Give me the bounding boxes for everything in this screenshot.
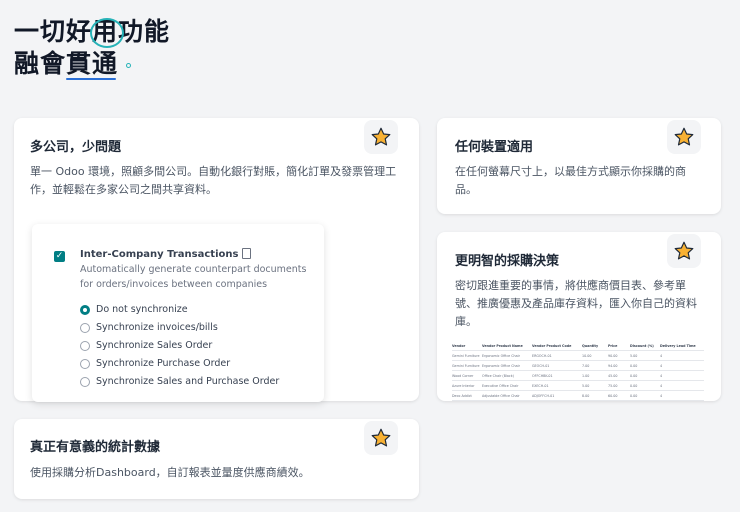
card-description: 在任何螢幕尺寸上，以最佳方式顯示你採購的商 品。 [455, 163, 715, 199]
table-header-cell: Vendor [452, 343, 466, 348]
card-description-line: 號、推廣優惠及產品庫存資料，匯入你自己的資料 [455, 297, 697, 310]
card-statistics: 真正有意義的統計數據 使用採購分析Dashboard，自訂報表並量度供應商績效。 [14, 419, 419, 499]
table-cell: 0.00 [630, 393, 638, 398]
table-cell: 0.00 [630, 383, 638, 388]
table-cell: 7.00 [582, 363, 590, 368]
documentation-icon[interactable] [242, 248, 252, 259]
sync-option-radio[interactable]: Synchronize Purchase Order [80, 358, 230, 369]
table-cell: 4 [660, 393, 663, 398]
table-cell: ADJOFFCH-01 [532, 393, 555, 398]
inter-company-title-text: Inter-Company Transactions [80, 249, 239, 260]
table-cell: 10.00 [582, 353, 592, 358]
sync-option-radio[interactable]: Synchronize Sales Order [80, 340, 212, 351]
table-cell: Ergonomic Office Chair [482, 363, 520, 368]
table-cell: Gemini Furniture [452, 363, 480, 368]
card-description: 使用採購分析Dashboard，自訂報表並量度供應商績效。 [30, 466, 310, 479]
table-row[interactable]: Wood Corner Office Chair (Black) OFFCHBK-0… [452, 371, 704, 381]
table-cell: 5.00 [582, 383, 590, 388]
table-cell: Executive Office Chair [482, 383, 519, 388]
inter-company-subtitle: Automatically generate counterpart docum… [80, 264, 307, 290]
sync-option-radio[interactable]: Do not synchronize [80, 304, 188, 315]
table-cell: 4 [660, 363, 663, 368]
table-header-cell: Price [608, 343, 618, 348]
card-description-line: 品。 [455, 183, 477, 196]
hero-line-2-text: 融會貫通 [14, 49, 119, 78]
card-title: 真正有意義的統計數據 [30, 440, 161, 455]
hero-heading: 一切好用功能 融會貫通 [14, 16, 170, 80]
table-cell: OFFCHBK-01 [532, 373, 553, 378]
table-cell: 45.00 [608, 373, 618, 378]
table-cell: EXECH-01 [532, 383, 549, 388]
table-cell: ERGOCH-01 [532, 353, 552, 358]
table-row[interactable]: Gemini Furniture Ergonomic Office Chair GE… [452, 361, 704, 371]
vendor-pricelist-table: Vendor Vendor Product Name Vendor Product … [452, 341, 704, 401]
table-cell: 4 [660, 373, 663, 378]
radio-button[interactable] [80, 358, 90, 369]
table-cell: 60.00 [608, 393, 618, 398]
sync-option-radio[interactable]: Synchronize invoices/bills [80, 322, 218, 333]
card-description-line: 在任何螢幕尺寸上，以最佳方式顯示你採購的商 [455, 165, 686, 178]
star-icon [667, 120, 701, 154]
highlight-underline [66, 78, 116, 80]
table-cell: 0.00 [630, 373, 638, 378]
table-header-cell: Delivery Lead Time [660, 343, 696, 348]
card-description-line: 作，並輕鬆在多家公司之間共享資料。 [30, 183, 217, 196]
sync-option-label: Synchronize Purchase Order [96, 358, 231, 369]
table-cell: 0.00 [630, 363, 638, 368]
table-header: Vendor Vendor Product Name Vendor Product … [452, 341, 704, 351]
table-cell: 5.00 [630, 353, 638, 358]
table-row[interactable]: Gemini Furniture Ergonomic Office Chair ER… [452, 351, 704, 361]
inter-company-title: Inter-Company Transactions [80, 248, 252, 260]
table-header-cell: Discount (%) [630, 343, 654, 348]
hero-dot-icon [126, 62, 132, 68]
highlight-circle [90, 18, 124, 48]
table-cell: Azure Interior [452, 383, 475, 388]
table-cell: 4 [660, 353, 663, 358]
radio-button[interactable] [80, 304, 90, 315]
hero-line-2: 融會貫通 [14, 48, 170, 80]
table-header-cell: Vendor Product Name [482, 343, 523, 348]
inter-company-checkbox[interactable]: ✓ [54, 251, 65, 262]
table-cell: Adjustable Office Chair [482, 393, 520, 398]
sync-option-radio[interactable]: Synchronize Sales and Purchase Order [80, 376, 279, 387]
card-description-line: 單一 Odoo 環境，照顧多間公司。自動化銀行對賬，簡化訂單及發票管理工 [30, 165, 397, 178]
table-cell: Deco Addict [452, 393, 472, 398]
sync-option-label: Synchronize Sales Order [96, 340, 213, 351]
star-icon [364, 421, 398, 455]
table-cell: 1.00 [582, 373, 590, 378]
sync-option-label: Synchronize invoices/bills [96, 322, 218, 333]
table-cell: Gemini Furniture [452, 353, 480, 358]
radio-button[interactable] [80, 376, 90, 387]
hero-line-1: 一切好用功能 [14, 16, 170, 48]
inter-company-panel: ✓ Inter-Company Transactions Automatical… [32, 224, 324, 402]
table-header-cell: Vendor Product Code [532, 343, 572, 348]
table-header-cell: Quantity [582, 343, 599, 348]
card-description-line: 密切跟進重要的事情，將供應商價目表、參考單 [455, 279, 686, 292]
card-description-line: 庫。 [455, 315, 477, 328]
table-cell: 90.00 [608, 353, 618, 358]
table-row[interactable]: Azure Interior Executive Office Chair EXEC… [452, 381, 704, 391]
table-cell: Wood Corner [452, 373, 474, 378]
table-cell: Office Chair (Black) [482, 373, 514, 378]
radio-button[interactable] [80, 340, 90, 351]
card-any-device: 任何裝置適用 在任何螢幕尺寸上，以最佳方式顯示你採購的商 品。 [437, 118, 721, 214]
sync-option-label: Synchronize Sales and Purchase Order [96, 376, 280, 387]
table-cell: 4 [660, 383, 663, 388]
star-icon [667, 234, 701, 268]
table-cell: Ergonomic Office Chair [482, 353, 520, 358]
table-cell: 75.00 [608, 383, 618, 388]
card-description: 單一 Odoo 環境，照顧多間公司。自動化銀行對賬，簡化訂單及發票管理工 作，並… [30, 163, 415, 199]
radio-button[interactable] [80, 322, 90, 333]
card-title: 多公司，少問題 [30, 140, 122, 155]
card-title: 任何裝置適用 [455, 140, 534, 155]
card-description: 密切跟進重要的事情，將供應商價目表、參考單 號、推廣優惠及產品庫存資料，匯入你自… [455, 277, 717, 331]
sync-option-label: Do not synchronize [96, 304, 188, 315]
card-title: 更明智的採購決策 [455, 254, 560, 269]
table-cell: GEOCH-01 [532, 363, 550, 368]
star-icon [364, 120, 398, 154]
table-row[interactable]: Deco Addict Adjustable Office Chair ADJOFF… [452, 391, 704, 401]
table-cell: 94.00 [608, 363, 618, 368]
table-cell: 8.00 [582, 393, 590, 398]
